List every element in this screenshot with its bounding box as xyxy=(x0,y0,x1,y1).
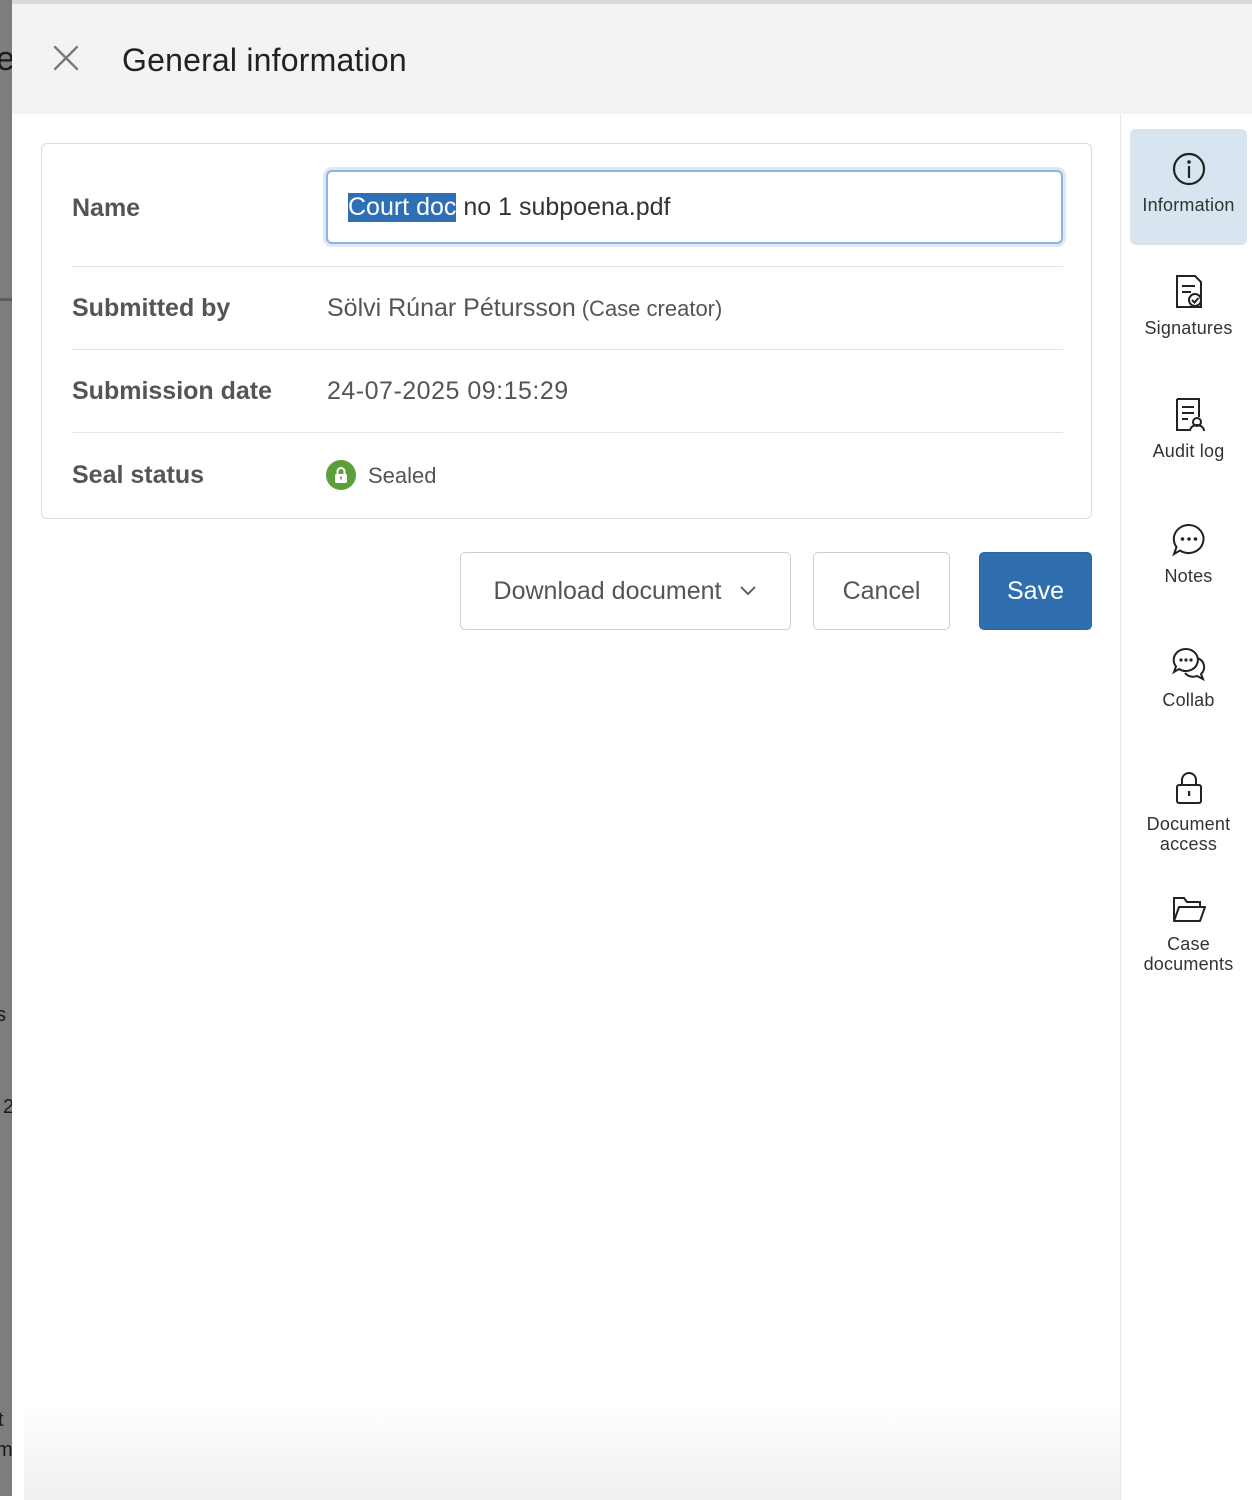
tab-notes[interactable]: Notes xyxy=(1130,522,1247,612)
submission-date-row: Submission date 24-07-2025 09:15:29 xyxy=(72,350,1063,433)
folder-open-icon xyxy=(1172,897,1206,922)
background-text-fragment: t xyxy=(0,1409,4,1431)
background-divider xyxy=(0,298,12,301)
info-card: Name Court doc no 1 subpoena.pdf Submitt… xyxy=(41,143,1092,519)
name-row: Name Court doc no 1 subpoena.pdf xyxy=(72,144,1063,267)
tab-signatures[interactable]: Signatures xyxy=(1130,274,1247,364)
tab-audit-log-label: Audit log xyxy=(1152,441,1225,461)
submitter-name: Sölvi Rúnar Pétursson xyxy=(327,294,576,322)
submitted-by-label: Submitted by xyxy=(72,294,231,322)
audit-document-icon xyxy=(1175,398,1205,432)
seal-status-label: Seal status xyxy=(72,461,205,489)
lock-icon xyxy=(326,460,356,490)
submitter-role: (Case creator) xyxy=(581,296,723,321)
tab-document-access[interactable]: Document access xyxy=(1130,770,1247,880)
tab-audit-log[interactable]: Audit log xyxy=(1130,397,1247,487)
name-label: Name xyxy=(72,194,141,222)
background-text-fragment: m xyxy=(0,1439,13,1461)
signature-document-icon xyxy=(1175,275,1202,308)
tab-information[interactable]: Information xyxy=(1130,129,1247,245)
tab-case-documents[interactable]: Case documents xyxy=(1130,894,1247,1004)
submission-date-value: 24-07-2025 09:15:29 xyxy=(327,377,569,405)
chevron-down-icon xyxy=(739,585,757,597)
submitted-by-row: Submitted by Sölvi Rúnar Pétursson (Case … xyxy=(72,267,1063,350)
tab-signatures-label: Signatures xyxy=(1144,318,1233,338)
submitted-by-value: Sölvi Rúnar Pétursson (Case creator) xyxy=(327,294,722,323)
cancel-button[interactable]: Cancel xyxy=(813,552,950,630)
seal-status-value: Sealed xyxy=(368,463,437,488)
lock-icon xyxy=(1175,772,1202,804)
name-input-text: no 1 subpoena.pdf xyxy=(456,192,671,221)
tab-notes-label: Notes xyxy=(1164,566,1213,586)
drawer-title: General information xyxy=(122,42,407,78)
tab-information-label: Information xyxy=(1142,195,1235,215)
tab-collab[interactable]: Collab xyxy=(1130,646,1247,736)
info-icon xyxy=(1172,152,1205,186)
download-document-label: Download document xyxy=(493,576,722,605)
tab-document-access-label: Document access xyxy=(1146,814,1231,854)
chat-bubble-icon xyxy=(1171,523,1204,557)
close-button[interactable] xyxy=(50,42,82,74)
information-panel: Name Court doc no 1 subpoena.pdf Submitt… xyxy=(12,114,1120,1496)
close-icon xyxy=(53,45,79,71)
name-input-selected-text: Court doc xyxy=(348,192,457,222)
save-button[interactable]: Save xyxy=(979,552,1092,630)
background-text-fragment: s xyxy=(0,1004,6,1026)
submission-date-label: Submission date xyxy=(72,377,273,405)
seal-status-row: Seal status Sealed xyxy=(72,433,1063,519)
document-details-drawer: General information Name Court doc no 1 … xyxy=(12,0,1252,1500)
drawer-header: General information xyxy=(12,4,1252,114)
name-input[interactable]: Court doc no 1 subpoena.pdf xyxy=(326,170,1063,244)
side-tab-rail: Information Signatures Audit log Notes C… xyxy=(1120,114,1252,1500)
tab-collab-label: Collab xyxy=(1162,690,1215,710)
double-chat-icon xyxy=(1171,647,1205,682)
download-document-button[interactable]: Download document xyxy=(460,552,791,630)
tab-case-documents-label: Case documents xyxy=(1143,934,1234,974)
